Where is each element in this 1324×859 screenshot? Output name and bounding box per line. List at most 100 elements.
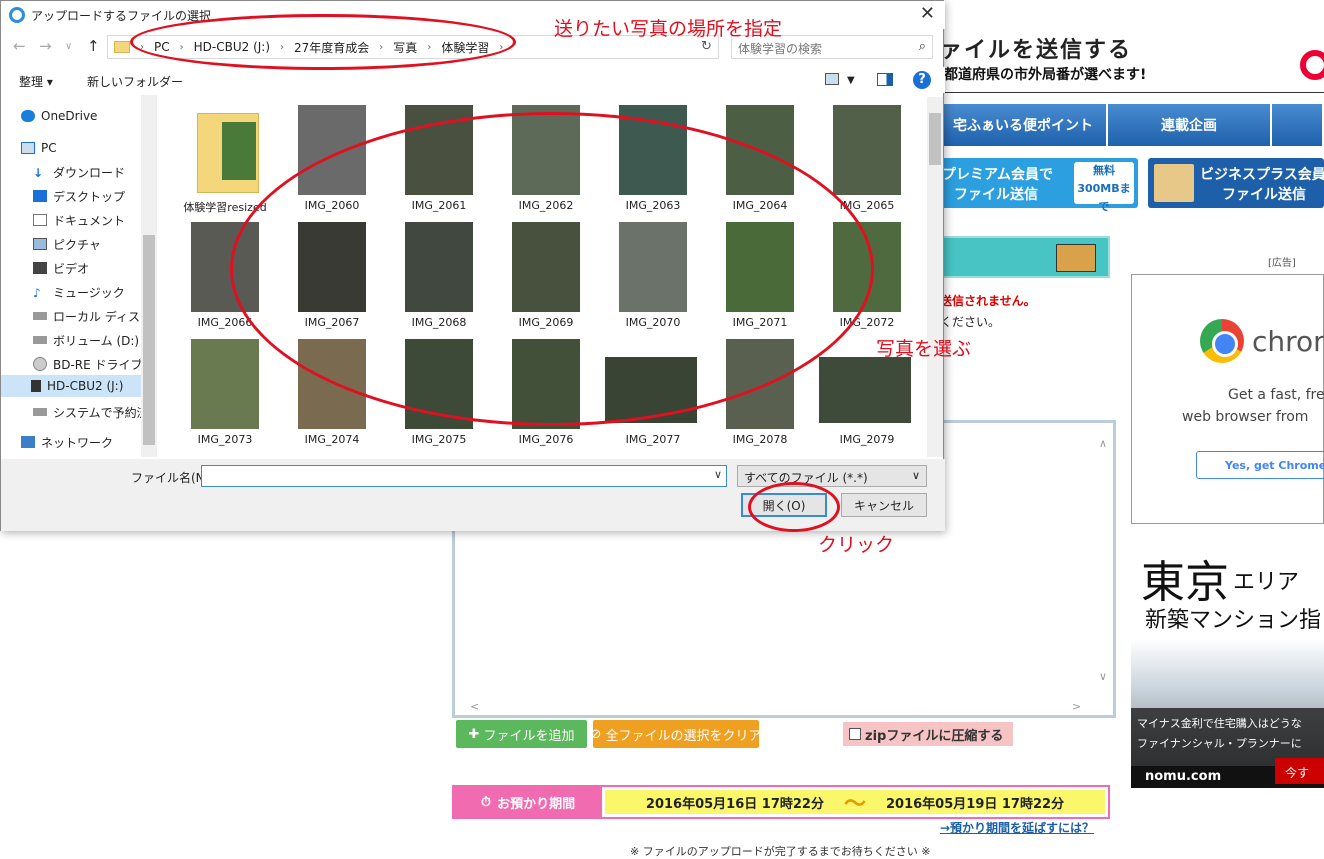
- add-file-button[interactable]: ✚ ファイルを追加: [456, 720, 587, 748]
- cancel-button[interactable]: キャンセル: [841, 493, 927, 517]
- close-icon[interactable]: ✕: [920, 3, 935, 24]
- cancel-circle-icon: ⊘: [590, 726, 602, 742]
- photo-thumbnail: [833, 105, 901, 195]
- chevron-down-icon[interactable]: ∨: [714, 468, 722, 481]
- nav-local-disk[interactable]: ローカル ディスク (C: [33, 305, 153, 327]
- help-icon[interactable]: ?: [913, 71, 931, 89]
- nav-label: BD-RE ドライブ (E:: [53, 357, 153, 372]
- external-drive-icon: [31, 380, 41, 392]
- scroll-right-icon[interactable]: >: [1072, 700, 1081, 713]
- nav-scroll-thumb[interactable]: [143, 235, 155, 445]
- scroll-down-icon[interactable]: ∨: [1099, 670, 1107, 683]
- nav-points[interactable]: 宅ふぁいる便ポイント: [940, 104, 1108, 146]
- dialog-toolbar: 整理 ▾ 新しいフォルダー ▼ ?: [1, 67, 945, 93]
- nav-desktop[interactable]: デスクトップ: [33, 185, 153, 207]
- tokyo-ad-big: 東京: [1141, 557, 1229, 608]
- nav-bd-drive[interactable]: BD-RE ドライブ (E:: [33, 353, 153, 375]
- checkbox-icon[interactable]: [849, 728, 861, 740]
- chrome-ad-line2: web browser from: [1182, 409, 1309, 425]
- period-from: 2016年05月16日 17時22分: [645, 796, 824, 812]
- search-icon[interactable]: ⌕: [919, 39, 926, 54]
- nav-system-reserved[interactable]: システムで予約済み: [33, 401, 153, 423]
- scroll-left-icon[interactable]: <: [470, 700, 479, 713]
- new-folder-button[interactable]: 新しいフォルダー: [87, 73, 183, 90]
- nav-hd-cbu2[interactable]: HD-CBU2 (J:): [1, 375, 141, 397]
- page-heading: ァイルを送信する: [940, 38, 1133, 63]
- drive-icon: [33, 336, 47, 344]
- forward-arrow-icon[interactable]: →: [39, 37, 52, 55]
- business-banner[interactable]: ビジネスプラス会員 ファイル送信: [1148, 158, 1324, 208]
- nav-label: HD-CBU2 (J:): [47, 379, 124, 393]
- document-icon: [33, 214, 47, 226]
- nav-documents[interactable]: ドキュメント: [33, 209, 153, 231]
- organize-button[interactable]: 整理 ▾: [19, 73, 53, 90]
- zip-checkbox[interactable]: zipファイルに圧縮する: [843, 722, 1013, 746]
- nav-pictures[interactable]: ピクチャ: [33, 233, 153, 255]
- annotation-location: 送りたい写真の場所を指定: [554, 18, 783, 40]
- tokyo-ad-band1: マイナス金利で住宅購入はどうな: [1137, 717, 1302, 730]
- nav-more[interactable]: [1272, 104, 1324, 146]
- nav-pc[interactable]: PC: [21, 137, 141, 159]
- tokyo-ad[interactable]: 東京 エリア 新築マンション指 マイナス金利で住宅購入はどうな ファイナンシャル・…: [1131, 540, 1324, 788]
- grid-scrollbar[interactable]: [927, 97, 943, 457]
- nav-network[interactable]: ネットワーク: [21, 431, 141, 453]
- download-arrow-icon: ↓: [33, 166, 44, 180]
- file-label: IMG_2079: [839, 433, 895, 446]
- add-file-label: ファイルを追加: [483, 728, 575, 744]
- chrome-ad-line1: Get a fast, fre: [1228, 387, 1324, 403]
- refresh-icon[interactable]: ↻: [701, 39, 712, 54]
- recent-chevron-icon[interactable]: ∨: [65, 41, 72, 52]
- nav-scrollbar[interactable]: [141, 95, 157, 457]
- chrome-ad[interactable]: chrom Get a fast, fre web browser from Y…: [1131, 274, 1324, 524]
- nav-music[interactable]: ♪ ミュージック: [33, 281, 153, 303]
- footer-note: ※ ファイルのアップロードが完了するまでお待ちください ※: [630, 845, 931, 858]
- nav-videos[interactable]: ビデオ: [33, 257, 153, 279]
- grid-scroll-thumb[interactable]: [929, 113, 941, 165]
- back-arrow-icon[interactable]: ←: [13, 37, 26, 55]
- tokyo-ad-cta[interactable]: 今す: [1275, 758, 1324, 784]
- tokyo-ad-band2: ファイナンシャル・プランナーに: [1137, 737, 1302, 750]
- up-arrow-icon[interactable]: ↑: [87, 37, 100, 55]
- file-tile[interactable]: IMG_2073: [175, 331, 275, 447]
- tokyo-ad-big2: エリア: [1233, 570, 1300, 595]
- file-label: IMG_2073: [197, 433, 253, 446]
- annotation-choose: 写真を選ぶ: [876, 338, 972, 360]
- search-placeholder: 体験学習の検索: [738, 42, 823, 56]
- file-tile-folder[interactable]: 体験学習resized: [175, 97, 275, 214]
- extend-period-link[interactable]: →預かり期間を延ばすには？: [940, 819, 1094, 836]
- annotation-oval-location: [130, 14, 516, 70]
- period-tilde: 〜: [843, 792, 866, 817]
- folder-icon: [114, 41, 130, 53]
- view-dropdown-icon[interactable]: ▼: [847, 75, 855, 86]
- get-chrome-button[interactable]: Yes, get Chrome n: [1196, 451, 1324, 479]
- navigation-pane: OneDrive PC ↓ ダウンロード デスクトップ ドキュメント ピクチャ ビ…: [1, 95, 157, 457]
- folder-icon: [197, 113, 259, 193]
- period-label: ⏱ お預かり期間: [454, 787, 602, 817]
- computer-icon: [21, 142, 35, 154]
- nav-volume-d[interactable]: ボリューム (D:): [33, 329, 153, 351]
- nav-label: ボリューム (D:): [53, 333, 140, 348]
- file-label: IMG_2076: [518, 433, 574, 446]
- view-icon[interactable]: [825, 73, 839, 85]
- timer-icon: ⏱: [480, 794, 492, 810]
- zip-label: zipファイルに圧縮する: [865, 728, 1004, 744]
- picture-icon: [33, 238, 47, 250]
- desktop-icon: [33, 190, 47, 202]
- clear-selection-button[interactable]: ⊘ 全ファイルの選択をクリア: [590, 720, 761, 748]
- period-to: 2016年05月19日 17時22分: [886, 796, 1065, 812]
- main-nav: 宅ふぁいる便ポイント 連載企画: [940, 104, 1324, 146]
- annotation-click: クリック: [818, 534, 895, 556]
- nav-series[interactable]: 連載企画: [1108, 104, 1272, 146]
- filename-input[interactable]: ∨: [201, 465, 727, 487]
- preview-pane-icon[interactable]: [877, 73, 893, 86]
- nav-onedrive[interactable]: OneDrive: [21, 105, 141, 127]
- filetype-select[interactable]: すべてのファイル (*.*) ∨: [737, 465, 927, 487]
- nav-label: ドキュメント: [53, 213, 126, 228]
- nav-downloads[interactable]: ↓ ダウンロード: [33, 161, 153, 183]
- film-icon: [33, 262, 47, 274]
- music-note-icon: ♪: [33, 286, 41, 300]
- scroll-up-icon[interactable]: ∧: [1099, 437, 1107, 450]
- ad-label: [広告]: [1268, 258, 1296, 269]
- nav-label: システムで予約済み: [53, 405, 153, 420]
- premium-banner[interactable]: プレミアム会員で ファイル送信 無料 300MBまで: [940, 158, 1138, 213]
